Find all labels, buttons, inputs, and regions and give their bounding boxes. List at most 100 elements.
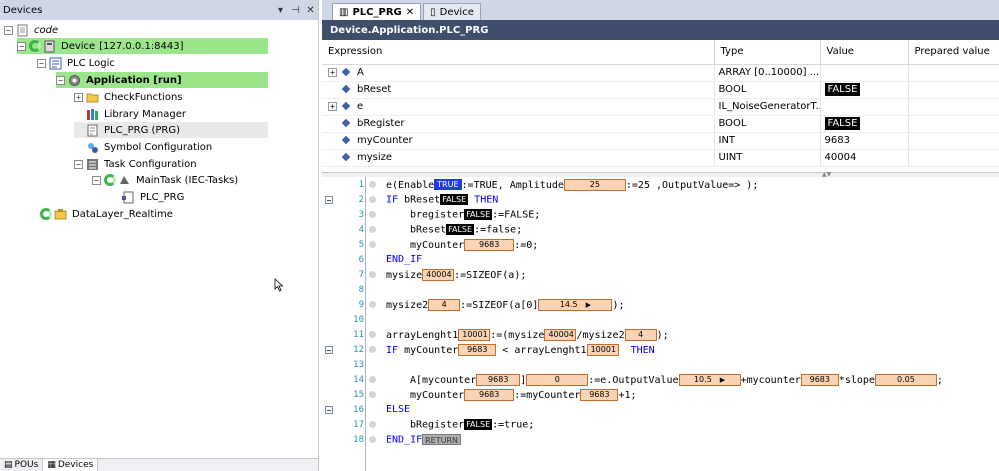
monitor-value[interactable]: FALSE xyxy=(440,193,469,205)
prepared-value-cell[interactable] xyxy=(908,115,999,133)
breakpoint-marker-icon[interactable] xyxy=(369,436,376,443)
prepared-value-cell[interactable] xyxy=(908,64,999,82)
datalayer-icon xyxy=(54,208,67,221)
breakpoint-marker-icon[interactable] xyxy=(369,391,376,398)
tab-plc-prg[interactable]: ▥ PLC_PRG ✕ xyxy=(332,3,422,20)
prepared-value-cell[interactable] xyxy=(908,98,999,116)
monitor-value-expandable[interactable]: 10.5 ▶ xyxy=(678,373,741,386)
line-number: 12 xyxy=(353,344,364,355)
monitor-value[interactable]: 4 xyxy=(624,328,657,341)
monitor-value[interactable]: RETURN xyxy=(422,433,462,445)
tree-item-maintask[interactable]: − MainTask (IEC-Tasks) xyxy=(92,172,240,188)
breakpoint-marker-icon[interactable] xyxy=(369,301,376,308)
panel-close-button[interactable]: ✕ xyxy=(303,5,318,16)
monitor-value[interactable]: 0.05 xyxy=(874,373,937,386)
table-row[interactable]: mysize UINT 40004 xyxy=(322,149,999,167)
tree-item-application[interactable]: − Application [run] xyxy=(56,72,268,88)
monitor-value[interactable]: 10001 xyxy=(586,343,619,356)
tree-item-plc-prg[interactable]: PLC_PRG (PRG) xyxy=(74,122,268,138)
code-text: A[mycounter xyxy=(410,374,477,386)
monitor-value[interactable]: 0 xyxy=(526,373,589,386)
fold-toggle-icon[interactable] xyxy=(325,405,333,414)
expand-toggle-icon[interactable]: + xyxy=(328,67,337,77)
monitor-value[interactable]: 4 xyxy=(428,298,461,311)
monitor-value[interactable]: TRUE xyxy=(434,179,462,190)
monitor-value[interactable]: 25 xyxy=(563,178,626,191)
monitor-value-expandable[interactable]: 14.5 ▶ xyxy=(538,298,613,311)
collapse-toggle-icon[interactable]: − xyxy=(37,58,46,68)
collapse-toggle-icon[interactable]: − xyxy=(56,75,65,85)
collapse-toggle-icon[interactable]: − xyxy=(17,41,26,51)
breakpoint-marker-icon[interactable] xyxy=(369,331,376,338)
code-line: 14 A[mycounter 9683] 0:=e.OutputValue 10.5 ▶… xyxy=(322,372,999,387)
keyword: ELSE xyxy=(386,404,411,415)
breakpoint-marker-icon[interactable] xyxy=(369,241,376,248)
table-row[interactable]: bRegister BOOL FALSE xyxy=(322,115,999,133)
tree-item-task-configuration[interactable]: − Task Configuration xyxy=(74,156,199,172)
expand-toggle-icon[interactable]: + xyxy=(74,92,83,102)
breakpoint-marker-icon[interactable] xyxy=(369,226,376,233)
breakpoint-marker-icon[interactable] xyxy=(369,376,376,383)
code-line: 3 bregister FALSE:=FALSE; xyxy=(322,207,999,222)
close-tab-icon[interactable]: ✕ xyxy=(406,7,414,18)
table-row[interactable]: + A ARRAY [0..10000] ... xyxy=(322,64,999,82)
tree-item-library-manager[interactable]: Library Manager xyxy=(74,106,188,122)
tree-item-device[interactable]: − Device [127.0.0.1:8443] xyxy=(17,38,268,54)
code-editor[interactable]: 1 e(Enable TRUE:=TRUE, Amplitude 25:=25 ,O… xyxy=(322,177,999,471)
tab-device[interactable]: ▯ Device xyxy=(423,3,481,20)
monitor-value[interactable]: 9683 xyxy=(800,373,839,386)
breakpoint-marker-icon[interactable] xyxy=(369,211,376,218)
monitor-value[interactable]: 9683 xyxy=(476,373,521,386)
monitor-value[interactable]: 9683 xyxy=(464,388,515,401)
pin-button[interactable]: ⊣ xyxy=(288,5,303,16)
collapse-toggle-icon[interactable]: − xyxy=(92,175,101,185)
tree-item-datalayer-realtime[interactable]: DataLayer_Realtime xyxy=(40,206,175,222)
monitor-value[interactable]: 9683 xyxy=(464,238,515,251)
collapse-toggle-icon[interactable]: − xyxy=(4,25,13,35)
breakpoint-marker-icon[interactable] xyxy=(369,271,376,278)
code-text: arrayLenght1 xyxy=(386,329,459,341)
tree-item-checkfunctions[interactable]: + CheckFunctions xyxy=(74,89,185,105)
monitor-value[interactable]: FALSE xyxy=(464,418,493,430)
monitor-value[interactable]: FALSE xyxy=(446,223,475,235)
code-line: 1 e(Enable TRUE:=TRUE, Amplitude 25:=25 ,O… xyxy=(322,177,999,192)
table-row[interactable]: + e IL_NoiseGeneratorT... xyxy=(322,98,999,116)
code-line: 5 myCounter 9683:=0; xyxy=(322,237,999,252)
breakpoint-marker-icon[interactable] xyxy=(369,346,376,353)
breakpoint-marker-icon[interactable] xyxy=(369,181,376,188)
monitor-value[interactable]: 9683 xyxy=(458,343,497,356)
code-line: 6 END_IF xyxy=(322,252,999,267)
tab-devices[interactable]: ▦ Devices xyxy=(43,459,99,471)
column-header-prepared-value[interactable]: Prepared value xyxy=(908,40,999,65)
prepared-value-cell[interactable] xyxy=(908,149,999,167)
tree-item-code[interactable]: − code xyxy=(4,22,60,38)
column-header-value[interactable]: Value xyxy=(820,40,909,65)
code-text: :=SIZEOF(a[0] xyxy=(460,299,539,311)
monitor-value[interactable]: 9683 xyxy=(580,388,619,401)
breakpoint-marker-icon[interactable] xyxy=(369,421,376,428)
table-row[interactable]: bReset BOOL FALSE xyxy=(322,81,999,99)
tree-item-plc-prg-call[interactable]: PLC_PRG xyxy=(110,189,186,205)
tree-item-symbol-configuration[interactable]: Symbol Configuration xyxy=(74,139,214,155)
monitor-value[interactable]: FALSE xyxy=(464,208,493,220)
monitor-value: 10.5 xyxy=(693,374,712,384)
tree-item-plc-logic[interactable]: − PLC Logic xyxy=(37,55,117,71)
fold-toggle-icon[interactable] xyxy=(325,195,333,204)
prepared-value-cell[interactable] xyxy=(908,132,999,150)
monitor-value[interactable]: 10001 xyxy=(458,328,491,341)
column-header-type[interactable]: Type xyxy=(714,40,821,65)
tab-pous[interactable]: ▤ POUs xyxy=(0,459,44,471)
monitor-value[interactable]: 40004 xyxy=(422,268,455,281)
prepared-value-cell[interactable] xyxy=(908,81,999,99)
panel-menu-button[interactable]: ▾ xyxy=(273,5,288,16)
code-text: bReset xyxy=(398,194,441,206)
collapse-toggle-icon[interactable]: − xyxy=(74,159,83,169)
monitor-value[interactable]: 40004 xyxy=(544,328,577,341)
fold-toggle-icon[interactable] xyxy=(325,345,333,354)
expand-toggle-icon[interactable]: + xyxy=(328,101,337,111)
breakpoint-marker-icon[interactable] xyxy=(369,196,376,203)
column-header-expression[interactable]: Expression xyxy=(322,40,715,65)
code-text: e(Enable xyxy=(386,179,435,191)
code-text: *slope xyxy=(838,374,875,386)
table-row[interactable]: myCounter INT 9683 xyxy=(322,132,999,150)
